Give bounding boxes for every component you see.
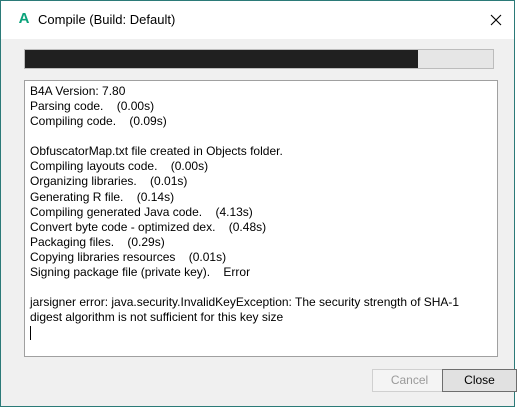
compile-dialog: A Compile (Build: Default) B4A Version: … [0, 0, 517, 407]
log-line: Packaging files. (0.29s) [30, 234, 165, 249]
close-icon[interactable] [478, 1, 514, 39]
log-line: Signing package file (private key). Erro… [30, 265, 251, 280]
window-title: Compile (Build: Default) [38, 12, 176, 27]
b4a-logo-icon: A [18, 10, 30, 27]
log-line: Copying libraries resources (0.01s) [30, 249, 227, 264]
log-line: jarsigner error: java.security.InvalidKe… [30, 295, 463, 325]
compile-log-textarea[interactable]: B4A Version: 7.80 Parsing code. (0.00s) Co… [24, 80, 498, 357]
text-caret [30, 326, 31, 341]
log-line: Compiling code. (0.09s) [30, 114, 167, 129]
log-line: Organizing libraries. (0.01s) [30, 174, 188, 189]
log-line: Parsing code. (0.00s) [30, 99, 155, 114]
log-line: Generating R file. (0.14s) [30, 189, 175, 204]
log-line: Compiling generated Java code. (4.13s) [30, 204, 253, 219]
progress-bar [24, 49, 494, 69]
title-bar: A Compile (Build: Default) [1, 1, 514, 39]
close-button[interactable]: Close [442, 369, 517, 392]
close-x-glyph [490, 14, 502, 26]
log-line: ObfuscatorMap.txt file created in Object… [30, 144, 283, 159]
cancel-button[interactable]: Cancel [372, 369, 447, 392]
log-line: Compiling layouts code. (0.00s) [30, 159, 209, 174]
log-line: B4A Version: 7.80 [30, 84, 126, 98]
log-line: Convert byte code - optimized dex. (0.48… [30, 219, 267, 234]
progress-bar-fill [25, 50, 419, 68]
